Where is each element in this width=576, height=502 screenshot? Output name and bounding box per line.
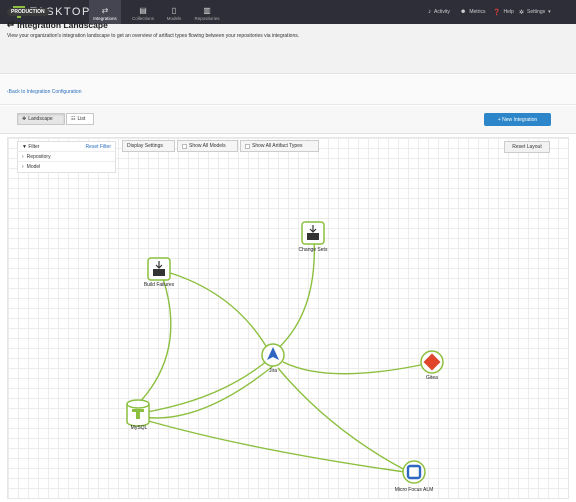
gitea-node[interactable]: [420, 350, 444, 374]
micro-focus-label: Micro Focus ALM: [394, 487, 434, 493]
jira-node[interactable]: [261, 343, 285, 367]
micro-focus-node[interactable]: [402, 460, 426, 484]
mysql-node[interactable]: [126, 399, 150, 427]
gitea-label: Gitea: [426, 375, 438, 381]
build-failures-label: Build Failures: [143, 282, 175, 288]
change-sets-label: Change Sets: [298, 247, 328, 253]
download-box-icon: [307, 233, 319, 240]
edge-buildfailures-mysql: [136, 269, 172, 406]
mysql-label: MySQL: [130, 425, 148, 431]
jira-label: Jira: [268, 368, 278, 374]
download-box-icon: [153, 269, 165, 276]
build-failures-node[interactable]: [147, 257, 171, 281]
edge-changesets-jira: [272, 237, 316, 354]
change-sets-node[interactable]: [301, 221, 325, 245]
edge-jira-gitea: [282, 361, 431, 375]
